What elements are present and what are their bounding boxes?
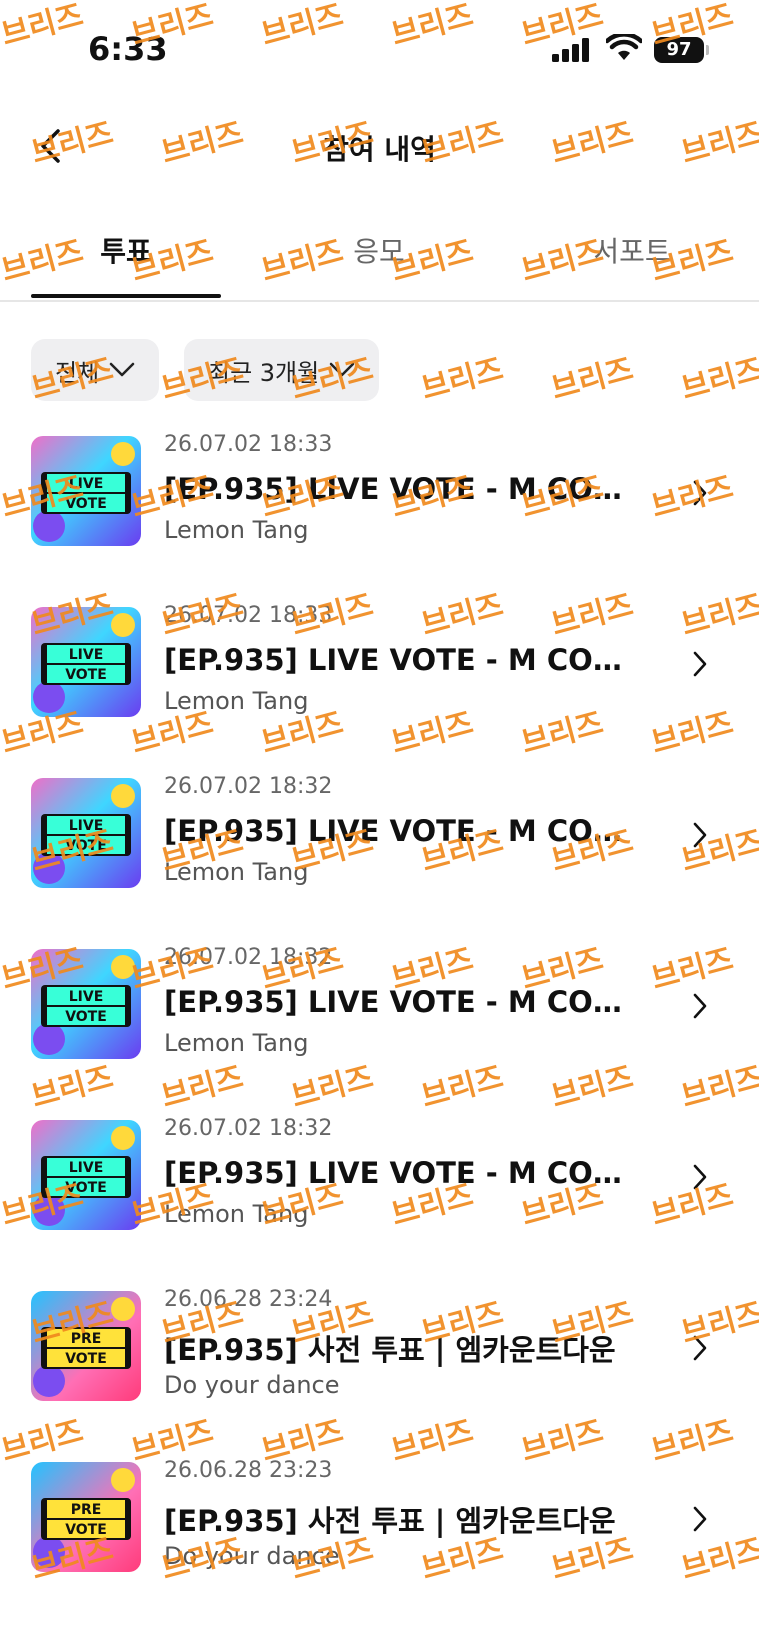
list-item[interactable]: LIVE VOTE 26.07.02 18:33 [EP.935] LIVE V… [0, 432, 759, 592]
status-bar: 6:33 97 [0, 0, 759, 100]
watermark-text: 브리즈 [677, 351, 759, 408]
item-date: 26.07.02 18:32 [164, 774, 333, 799]
badge-bottom-text: VOTE [65, 1351, 107, 1367]
list-item[interactable]: LIVE VOTE 26.07.02 18:33 [EP.935] LIVE V… [0, 603, 759, 763]
watermark-text: 브리즈 [417, 351, 507, 408]
badge-top-text: LIVE [69, 647, 104, 663]
item-subtitle: Lemon Tang [164, 1029, 309, 1057]
battery-tip [706, 45, 709, 55]
wifi-icon [606, 34, 642, 60]
chevron-right-icon [693, 1506, 707, 1532]
tab-active-indicator [31, 294, 221, 298]
item-date: 26.07.02 18:32 [164, 1116, 333, 1141]
badge-top-text: PRE [71, 1502, 102, 1518]
chevron-right-icon [693, 993, 707, 1019]
item-title: [EP.935] LIVE VOTE - M COUN... [164, 643, 634, 677]
badge-top-text: LIVE [69, 989, 104, 1005]
watermark-text: 브리즈 [547, 351, 637, 408]
list-item[interactable]: LIVE VOTE 26.07.02 18:32 [EP.935] LIVE V… [0, 945, 759, 1105]
item-date: 26.06.28 23:23 [164, 1458, 333, 1483]
tab-bar: 투표 응모 서포트 [0, 210, 759, 302]
badge-bottom-text: VOTE [65, 1009, 107, 1025]
item-date: 26.07.02 18:33 [164, 432, 333, 457]
chevron-right-icon [693, 651, 707, 677]
list-item[interactable]: PRE VOTE 26.06.28 23:23 [EP.935] 사전 투표 |… [0, 1458, 759, 1618]
item-subtitle: Do your dance [164, 1371, 340, 1399]
list-item[interactable]: PRE VOTE 26.06.28 23:24 [EP.935] 사전 투표 |… [0, 1287, 759, 1447]
list-item[interactable]: LIVE VOTE 26.07.02 18:32 [EP.935] LIVE V… [0, 1116, 759, 1276]
badge-bottom-text: VOTE [65, 667, 107, 683]
